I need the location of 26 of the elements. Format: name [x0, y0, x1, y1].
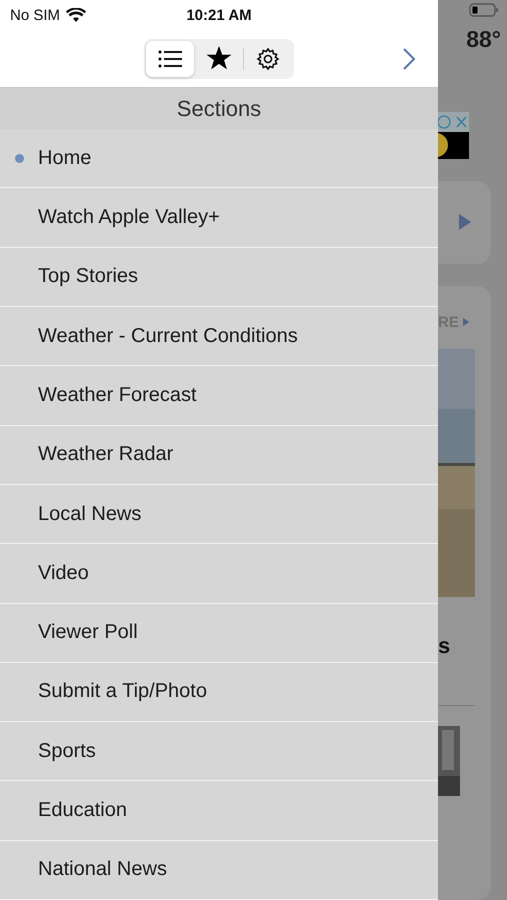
- temperature-text: 88°: [465, 25, 502, 54]
- carrier-text: No SIM: [10, 6, 60, 24]
- sidebar-item-label: Viewer Poll: [38, 621, 138, 644]
- ad-banner: [438, 112, 469, 159]
- star-icon: [206, 46, 232, 71]
- sidebar-title: Sections: [0, 88, 438, 130]
- chevron-right-icon[interactable]: [402, 47, 416, 71]
- sidebar-item-label: Top Stories: [38, 265, 138, 288]
- list-tab[interactable]: [146, 40, 194, 76]
- sidebar-item-label: Weather Forecast: [38, 384, 197, 407]
- sidebar-item-label: Weather - Current Conditions: [38, 324, 298, 348]
- sidebar-item-label: Submit a Tip/Photo: [38, 680, 207, 704]
- sidebar-item-label: Video: [38, 562, 89, 585]
- sidebar-item-label: Weather Radar: [38, 443, 174, 466]
- settings-icon: [256, 46, 280, 70]
- sidebar-item-label: Watch Apple Valley+: [38, 206, 220, 230]
- sidebar-item-label: Education: [38, 799, 127, 822]
- sidebar-item-label: Local News: [38, 502, 142, 526]
- sidebar-item-label: Home: [38, 146, 92, 170]
- wifi-icon: [66, 8, 86, 22]
- battery-icon: [469, 3, 499, 18]
- menu-icon: [158, 50, 182, 68]
- headline-text: s: [438, 632, 452, 659]
- status-time: 10:21 AM: [186, 6, 252, 24]
- sidebar-item-label: National News: [38, 858, 167, 882]
- sidebar-item-label: Sports: [38, 740, 96, 763]
